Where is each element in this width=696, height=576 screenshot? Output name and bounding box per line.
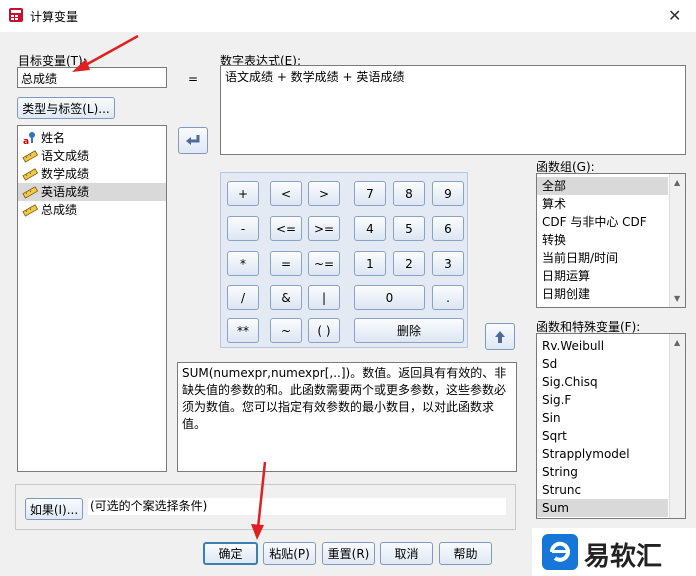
- function-item[interactable]: Rv.Weibull: [537, 337, 668, 355]
- target-variable-input[interactable]: 总成绩: [17, 67, 167, 88]
- keypad-digit-button[interactable]: 6: [432, 216, 464, 241]
- keypad-operator-button[interactable]: ( ): [308, 318, 340, 343]
- keypad-operator-button[interactable]: ~=: [308, 251, 340, 276]
- function-list-scrollbar[interactable]: ▲: [669, 334, 685, 518]
- function-description: SUM(numexpr,numexpr[,..])。数值。返回具有有效的、非缺失…: [177, 362, 517, 472]
- type-and-label-button[interactable]: 类型与标签(L)...: [17, 97, 115, 119]
- keypad-operator-button[interactable]: <: [270, 181, 302, 206]
- function-item[interactable]: Sin: [537, 409, 668, 427]
- scale-variable-icon: [22, 167, 39, 181]
- function-list[interactable]: Rv.Weibull Sd Sig.Chisq Sig.F Sin Sqrt Strappl…: [536, 333, 686, 519]
- reset-button[interactable]: 重置(R): [322, 542, 375, 565]
- ok-button[interactable]: 确定: [203, 542, 258, 565]
- keypad-operator-button[interactable]: **: [227, 318, 259, 343]
- scale-variable-icon: [22, 185, 39, 199]
- move-function-up-button[interactable]: [485, 323, 515, 350]
- keypad-operator-button[interactable]: *: [227, 251, 259, 276]
- keypad-digit-button[interactable]: 7: [354, 181, 386, 206]
- variable-name: 语文成绩: [41, 149, 90, 163]
- function-item[interactable]: Sig.F: [537, 391, 668, 409]
- target-variable-value: 总成绩: [21, 72, 58, 86]
- annotation-arrow-target: [81, 34, 139, 69]
- if-condition-field: (可选的个案选择条件): [88, 498, 506, 515]
- expression-value: 语文成绩 + 数学成绩 + 英语成绩: [225, 70, 405, 84]
- function-group-item[interactable]: CDF 与非中心 CDF: [537, 213, 668, 231]
- function-group-item[interactable]: 算术: [537, 195, 668, 213]
- up-arrow-icon: [495, 330, 505, 343]
- scroll-up-icon[interactable]: ▲: [674, 178, 680, 187]
- variable-item[interactable]: 英语成绩: [18, 183, 166, 201]
- window-title: 计算变量: [30, 10, 79, 24]
- scroll-up-icon[interactable]: ▲: [674, 338, 680, 347]
- svg-text:a: a: [23, 137, 29, 145]
- function-group-item[interactable]: 日期运算: [537, 267, 668, 285]
- keypad-operator-button[interactable]: &: [270, 285, 302, 310]
- watermark-text: 易软汇: [584, 542, 663, 572]
- function-description-text: SUM(numexpr,numexpr[,..])。数值。返回具有有效的、非缺失…: [182, 366, 507, 431]
- help-button[interactable]: 帮助: [439, 542, 492, 565]
- brand-logo-icon: [542, 534, 578, 570]
- function-item[interactable]: Sqrt: [537, 427, 668, 445]
- calculator-icon: [9, 8, 23, 22]
- keypad-digit-button[interactable]: 4: [354, 216, 386, 241]
- function-item[interactable]: Sd: [537, 355, 668, 373]
- return-arrow-icon: [186, 134, 200, 145]
- function-item[interactable]: Strapplymodel: [537, 445, 668, 463]
- scale-variable-icon: [22, 149, 39, 163]
- if-condition-text: (可选的个案选择条件): [90, 499, 208, 513]
- keypad-digit-button[interactable]: 8: [393, 181, 425, 206]
- variable-item[interactable]: a 姓名: [18, 129, 166, 147]
- keypad-delete-button[interactable]: 删除: [354, 318, 464, 343]
- keypad-operator-button[interactable]: >=: [308, 216, 340, 241]
- cancel-button[interactable]: 取消: [380, 542, 433, 565]
- variable-name: 数学成绩: [41, 167, 90, 181]
- function-item[interactable]: Sig.Chisq: [537, 373, 668, 391]
- function-group-item[interactable]: 转换: [537, 231, 668, 249]
- keypad-dot-button[interactable]: .: [432, 285, 464, 310]
- function-group-item[interactable]: 日期创建: [537, 285, 668, 303]
- variable-name: 姓名: [41, 131, 66, 145]
- function-group-item[interactable]: 当前日期/时间: [537, 249, 668, 267]
- keypad-operator-button[interactable]: |: [308, 285, 340, 310]
- variable-name: 总成绩: [41, 203, 78, 217]
- function-item[interactable]: Strunc: [537, 481, 668, 499]
- keypad-digit-button[interactable]: 1: [354, 251, 386, 276]
- keypad-digit-button[interactable]: 3: [432, 251, 464, 276]
- keypad-operator-button[interactable]: ~: [270, 318, 302, 343]
- function-item[interactable]: Sum: [537, 499, 668, 517]
- variable-item[interactable]: 语文成绩: [18, 147, 166, 165]
- keypad-operator-button[interactable]: /: [227, 285, 259, 310]
- keypad-operator-button[interactable]: +: [227, 181, 259, 206]
- equals-sign: =: [188, 72, 199, 86]
- keypad-operator-button[interactable]: -: [227, 216, 259, 241]
- keypad-zero-button[interactable]: 0: [354, 285, 425, 310]
- title-bar: 计算变量 ✕: [0, 0, 696, 32]
- if-button[interactable]: 如果(I)...: [25, 498, 83, 520]
- scale-variable-icon: [22, 203, 39, 217]
- keypad-operator-button[interactable]: <=: [270, 216, 302, 241]
- keypad-operator-button[interactable]: =: [270, 251, 302, 276]
- keypad-digit-button[interactable]: 9: [432, 181, 464, 206]
- move-to-expression-button[interactable]: [178, 127, 208, 154]
- scroll-down-icon[interactable]: ▼: [674, 294, 680, 303]
- function-group-scrollbar[interactable]: ▲ ▼: [669, 174, 685, 307]
- keypad-operator-button[interactable]: >: [308, 181, 340, 206]
- string-variable-icon: a: [22, 131, 38, 147]
- variable-item[interactable]: 数学成绩: [18, 165, 166, 183]
- keypad-digit-button[interactable]: 2: [393, 251, 425, 276]
- paste-button[interactable]: 粘贴(P): [263, 542, 316, 565]
- keypad-digit-button[interactable]: 5: [393, 216, 425, 241]
- numeric-expression-field[interactable]: 语文成绩 + 数学成绩 + 英语成绩: [220, 65, 686, 155]
- function-group-item[interactable]: 全部: [537, 177, 668, 195]
- watermark-logo: 易软汇: [532, 528, 696, 576]
- close-icon[interactable]: ✕: [668, 6, 681, 25]
- function-item[interactable]: String: [537, 463, 668, 481]
- variable-name: 英语成绩: [41, 185, 90, 199]
- function-group-list[interactable]: 全部 算术 CDF 与非中心 CDF 转换 当前日期/时间 日期运算 日期创建 ▲ ▼: [536, 173, 686, 308]
- variable-item[interactable]: 总成绩: [18, 201, 166, 219]
- variable-list[interactable]: a 姓名语文成绩数学成绩英语成绩总成绩: [17, 125, 167, 472]
